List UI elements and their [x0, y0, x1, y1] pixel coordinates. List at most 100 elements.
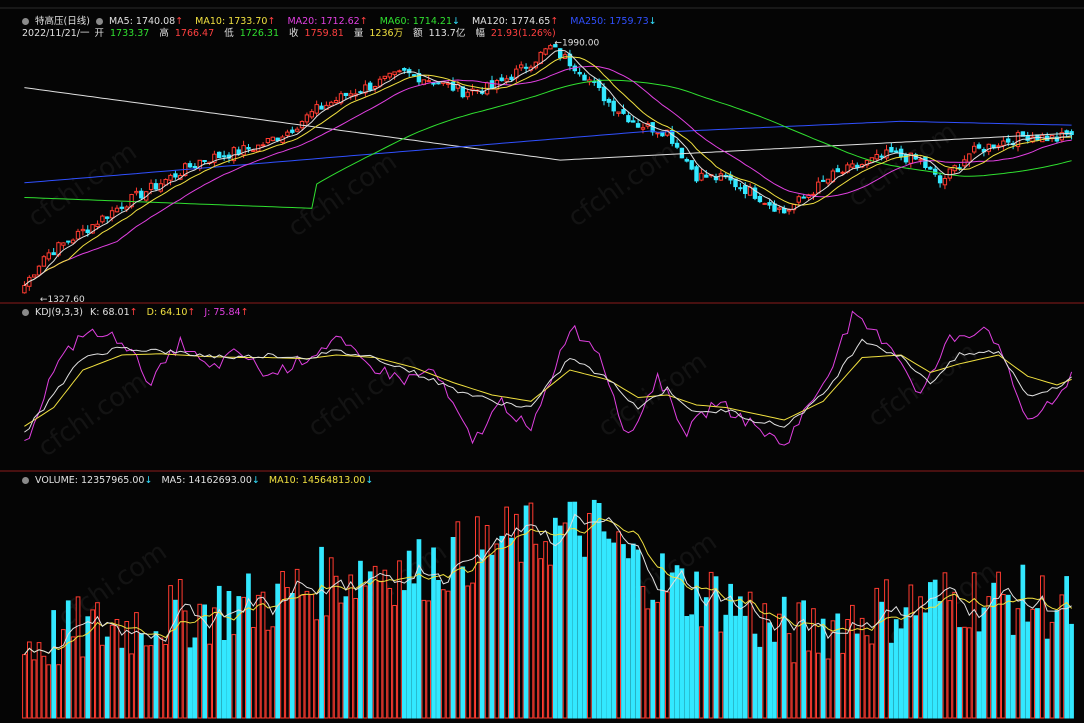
volume-bar	[470, 582, 475, 719]
volume-bar	[689, 614, 694, 719]
candle	[674, 142, 680, 148]
volume-bar	[514, 513, 519, 719]
candle	[173, 173, 178, 178]
candle	[767, 202, 772, 206]
volume-bar	[543, 541, 548, 719]
settings-dot-icon[interactable]	[22, 309, 29, 316]
volume-bar	[1054, 610, 1060, 719]
volume-bar	[187, 647, 193, 719]
ma60-line	[24, 79, 1072, 209]
volume-bar	[577, 535, 582, 719]
volume-bar	[952, 591, 957, 719]
candle	[168, 174, 173, 181]
candle	[640, 127, 646, 130]
volume-bar	[1059, 594, 1065, 719]
candle	[606, 99, 612, 103]
volume-bar	[440, 589, 446, 719]
volume-bar	[139, 633, 144, 719]
candle	[236, 149, 241, 155]
volume-bar	[148, 645, 154, 719]
stock-chart[interactable]: ←1990.00←1327.60	[0, 0, 1084, 723]
volume-bar	[1049, 621, 1055, 719]
ma5-line	[24, 49, 1072, 286]
volume-bar	[830, 620, 836, 719]
volume-bar	[596, 503, 602, 719]
candle	[465, 91, 470, 98]
volume-bar	[426, 600, 431, 719]
volume-bar	[923, 612, 928, 719]
volume-bar	[1001, 594, 1006, 719]
candle	[689, 160, 694, 170]
candle	[850, 163, 855, 168]
candle	[855, 164, 860, 168]
ma250-line	[24, 120, 1072, 184]
candle	[986, 143, 991, 152]
candle	[70, 239, 76, 244]
volume-bar	[377, 580, 383, 719]
candle	[635, 123, 641, 128]
candle	[153, 183, 159, 190]
settings-dot-icon[interactable]	[22, 18, 29, 25]
k-arrow: ↑	[129, 307, 138, 318]
vol-ma10-arrow: ↓	[365, 475, 374, 486]
volume-bar	[903, 607, 909, 719]
volume-bar	[109, 624, 115, 719]
volume-bar	[996, 571, 1001, 719]
volume-bar	[421, 599, 427, 719]
candle	[782, 207, 787, 214]
candle	[816, 181, 821, 194]
volume-bar	[367, 571, 373, 719]
volume-bar	[845, 619, 850, 719]
volume-bar	[971, 572, 977, 719]
volume-bar	[699, 626, 704, 719]
volume-bar	[285, 587, 290, 719]
candle	[679, 147, 685, 159]
volume-bar	[528, 502, 534, 719]
settings-dot-icon[interactable]	[22, 477, 29, 484]
candle	[392, 71, 397, 76]
candle	[397, 70, 402, 73]
volume-bar	[387, 588, 393, 719]
candle	[772, 203, 777, 212]
candle	[889, 147, 894, 153]
volume-bar	[665, 591, 670, 719]
candle	[46, 252, 51, 260]
candle	[777, 207, 782, 210]
candle	[796, 196, 801, 203]
volume-bar	[957, 627, 962, 719]
min-price-label: ←1327.60	[40, 295, 85, 305]
candle	[923, 156, 928, 169]
ma10-line	[24, 56, 1072, 286]
candle	[80, 228, 86, 232]
volume-bar	[1064, 576, 1070, 719]
candle	[655, 132, 660, 135]
settings-dot-icon[interactable]	[95, 18, 103, 25]
volume-bar	[747, 591, 753, 719]
volume-bar	[338, 602, 344, 719]
candle	[548, 45, 553, 50]
candle	[762, 202, 767, 205]
candle	[718, 173, 724, 181]
volume-bar	[270, 626, 276, 719]
volume-bar	[621, 544, 626, 719]
candle	[825, 178, 831, 184]
volume-bar	[884, 579, 889, 719]
volume-bar	[718, 631, 724, 719]
kdj-j-line	[24, 310, 1073, 446]
candle	[377, 78, 383, 87]
candle	[976, 144, 982, 149]
volume-bar	[898, 628, 904, 719]
chart-title: 特高压(日线)	[35, 16, 90, 27]
volume-bar	[241, 596, 247, 719]
volume-bar	[645, 608, 651, 719]
volume-bar	[1069, 623, 1074, 719]
candle	[1006, 138, 1011, 143]
volume-bar	[221, 640, 227, 719]
candle	[119, 206, 124, 209]
candle	[139, 190, 144, 199]
amt-value: 113.7亿	[428, 28, 466, 39]
candle	[509, 76, 514, 80]
candle	[134, 190, 139, 194]
volume-bar	[475, 516, 480, 719]
candle	[372, 86, 378, 89]
